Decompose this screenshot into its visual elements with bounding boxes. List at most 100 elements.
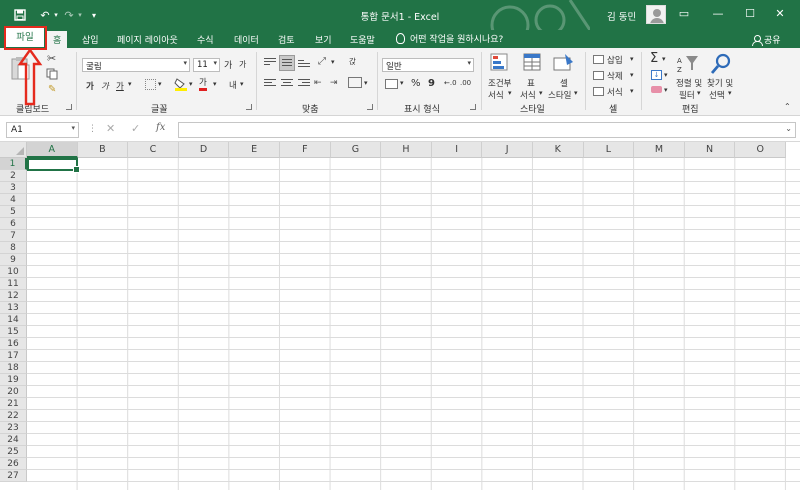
row-header-15[interactable]: 15 [0, 326, 27, 338]
align-center-icon[interactable] [281, 79, 293, 88]
insert-cells-button[interactable]: 삽입 [607, 54, 623, 66]
name-box[interactable]: A1 ▾ [6, 122, 79, 138]
worksheet-grid[interactable]: A B C D E F G H I J K L M N O 1 2 3 4 5 6 7 8 9 10 11 12 13 14 15 16 17… [0, 142, 800, 490]
row-header-10[interactable]: 10 [0, 266, 27, 278]
fill-color-icon[interactable] [174, 77, 187, 91]
ribbon-display-options-icon[interactable]: ▭ [676, 7, 692, 20]
insert-dropdown-icon[interactable]: ▾ [630, 55, 634, 63]
fill-dropdown-icon[interactable]: ▾ [664, 71, 668, 79]
row-header-18[interactable]: 18 [0, 362, 27, 374]
phonetic-button[interactable]: 내 [229, 79, 237, 91]
conditional-formatting-icon[interactable] [490, 53, 512, 73]
align-bottom-icon[interactable] [298, 60, 310, 69]
share-button[interactable]: 공유 [752, 33, 781, 46]
accounting-format-icon[interactable] [385, 79, 398, 89]
maximize-icon[interactable]: ☐ [742, 7, 758, 20]
delete-dropdown-icon[interactable]: ▾ [630, 71, 634, 79]
column-header-e[interactable]: E [229, 142, 280, 158]
underline-dropdown-icon[interactable]: ▾ [128, 80, 132, 88]
font-size-field[interactable]: 11 ▾ [193, 58, 220, 72]
find-select-icon[interactable] [710, 53, 732, 75]
clear-icon[interactable] [651, 86, 662, 93]
row-header-6[interactable]: 6 [0, 218, 27, 230]
comma-style-button[interactable]: 9 [428, 78, 435, 89]
format-as-table-icon[interactable] [523, 53, 543, 73]
row-header-12[interactable]: 12 [0, 290, 27, 302]
row-header-1[interactable]: 1 [0, 158, 27, 170]
cancel-icon[interactable]: ✕ [106, 122, 115, 135]
align-middle-icon[interactable] [279, 55, 295, 71]
phonetic-dropdown-icon[interactable]: ▾ [240, 80, 244, 88]
enter-icon[interactable]: ✓ [131, 122, 140, 135]
autosum-dropdown-icon[interactable]: ▾ [662, 55, 666, 63]
find-select-dropdown-icon[interactable]: ▾ [728, 89, 732, 97]
autosum-icon[interactable]: Σ [650, 51, 658, 66]
sort-filter-label-2[interactable]: 필터 [679, 89, 695, 101]
table-dropdown-icon[interactable]: ▾ [539, 89, 543, 97]
italic-button[interactable]: 가 [101, 80, 109, 92]
row-header-23[interactable]: 23 [0, 422, 27, 434]
tab-home[interactable]: 홈 [47, 31, 68, 48]
row-header-17[interactable]: 17 [0, 350, 27, 362]
select-all-button[interactable] [0, 142, 27, 158]
sort-filter-label-1[interactable]: 정렬 및 [676, 77, 702, 89]
row-header-24[interactable]: 24 [0, 434, 27, 446]
column-header-j[interactable]: J [482, 142, 533, 158]
row-header-27[interactable]: 27 [0, 470, 27, 482]
decrease-decimal-button[interactable]: .00 [460, 79, 471, 87]
column-header-i[interactable]: I [431, 142, 483, 158]
column-header-b[interactable]: B [77, 142, 129, 158]
column-header-f[interactable]: F [280, 142, 331, 158]
delete-cells-button[interactable]: 삭제 [607, 70, 623, 82]
percent-button[interactable]: % [411, 78, 421, 89]
decrease-indent-icon[interactable]: ⇤ [314, 78, 322, 88]
column-header-n[interactable]: N [684, 142, 736, 158]
insert-cells-icon[interactable] [593, 55, 604, 64]
bold-button[interactable]: 가 [86, 80, 94, 92]
tab-formulas[interactable]: 수식 [197, 33, 214, 46]
column-header-a[interactable]: A [27, 142, 78, 158]
formula-input[interactable]: ⌄ [178, 122, 796, 138]
shrink-font-button[interactable]: 가 [239, 59, 246, 70]
align-right-icon[interactable] [298, 79, 310, 88]
column-header-c[interactable]: C [128, 142, 179, 158]
row-header-4[interactable]: 4 [0, 194, 27, 206]
format-cells-icon[interactable] [593, 87, 604, 96]
tab-view[interactable]: 보기 [315, 33, 332, 46]
tab-help[interactable]: 도움말 [350, 33, 375, 46]
clear-dropdown-icon[interactable]: ▾ [664, 86, 668, 94]
conditional-dropdown-icon[interactable]: ▾ [508, 89, 512, 97]
format-dropdown-icon[interactable]: ▾ [630, 87, 634, 95]
minimize-icon[interactable]: — [710, 7, 726, 20]
expand-formula-bar-icon[interactable]: ⌄ [785, 124, 792, 133]
row-header-5[interactable]: 5 [0, 206, 27, 218]
row-header-22[interactable]: 22 [0, 410, 27, 422]
increase-decimal-button[interactable]: ←.0 [444, 79, 457, 87]
orientation-icon[interactable]: ⤢ [318, 56, 326, 67]
tab-review[interactable]: 검토 [278, 33, 295, 46]
insert-function-icon[interactable]: fx [156, 122, 165, 133]
orientation-dropdown-icon[interactable]: ▾ [331, 58, 335, 66]
collapse-ribbon-icon[interactable]: ⌃ [784, 102, 791, 111]
formula-bar-grip-icon[interactable]: ⋮ [88, 124, 97, 134]
merge-dropdown-icon[interactable]: ▾ [364, 79, 368, 87]
row-header-21[interactable]: 21 [0, 398, 27, 410]
font-name-field[interactable]: 굴림 ▾ [82, 58, 190, 72]
highlight-label[interactable]: 파일 [6, 28, 44, 47]
cell-styles-icon[interactable] [553, 53, 575, 73]
user-name[interactable]: 김 동민 [607, 9, 636, 23]
increase-indent-icon[interactable]: ⇥ [330, 78, 338, 88]
row-header-2[interactable]: 2 [0, 170, 27, 182]
row-header-8[interactable]: 8 [0, 242, 27, 254]
find-select-label-1[interactable]: 찾기 및 [707, 77, 733, 89]
format-painter-icon[interactable]: ✎ [48, 84, 56, 95]
fill-color-dropdown-icon[interactable]: ▾ [189, 80, 193, 88]
cell-styles-label-1[interactable]: 셀 [560, 77, 568, 89]
row-header-14[interactable]: 14 [0, 314, 27, 326]
sort-filter-dropdown-icon[interactable]: ▾ [697, 89, 701, 97]
alignment-launcher-icon[interactable] [367, 104, 373, 110]
tab-insert[interactable]: 삽입 [82, 33, 99, 46]
row-header-11[interactable]: 11 [0, 278, 27, 290]
column-header-m[interactable]: M [634, 142, 685, 158]
cell-area[interactable] [27, 158, 800, 490]
